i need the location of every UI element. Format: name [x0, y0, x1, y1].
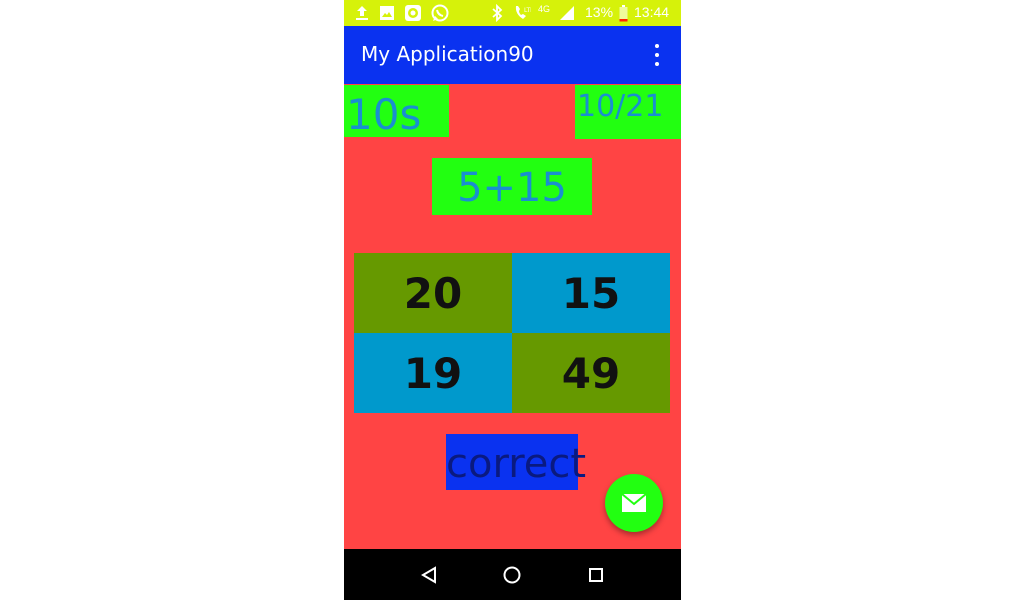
- whatsapp-icon: [430, 3, 450, 23]
- upload-icon: [353, 3, 371, 23]
- app-bar: My Application90: [344, 26, 681, 84]
- overflow-menu-icon[interactable]: [647, 44, 667, 66]
- clock: 13:44: [634, 4, 670, 20]
- phone-screen: LTE 4G 13% 13:44 My Application90 10s 10…: [344, 0, 681, 600]
- status-bar: LTE 4G 13% 13:44: [344, 0, 681, 26]
- battery-icon: [617, 3, 629, 23]
- mail-icon: [621, 493, 647, 512]
- answer-button-4[interactable]: 49: [512, 333, 670, 413]
- camera-app-icon: [403, 3, 423, 23]
- answer-grid: 20 15 19 49: [354, 253, 670, 413]
- answer-button-3[interactable]: 19: [354, 333, 512, 413]
- network-type: 4G: [538, 4, 551, 14]
- answer-button-1[interactable]: 20: [354, 253, 512, 333]
- bluetooth-icon: [490, 3, 504, 23]
- wifi-call-icon: LTE: [513, 3, 531, 23]
- answer-button-2[interactable]: 15: [512, 253, 670, 333]
- question-label: 5+15: [432, 158, 592, 215]
- back-icon[interactable]: [416, 562, 442, 588]
- result-label: correct: [446, 434, 586, 490]
- navigation-bar: [344, 549, 681, 600]
- signal-icon: [558, 3, 576, 23]
- mail-fab-button[interactable]: [605, 474, 663, 532]
- svg-text:LTE: LTE: [524, 7, 531, 14]
- app-title: My Application90: [361, 42, 534, 66]
- score-label: 10/21: [575, 85, 681, 139]
- recents-icon[interactable]: [583, 562, 609, 588]
- image-icon: [378, 3, 396, 23]
- battery-percent: 13%: [585, 4, 614, 20]
- timer-label: 10s: [344, 85, 449, 139]
- home-icon[interactable]: [499, 562, 525, 588]
